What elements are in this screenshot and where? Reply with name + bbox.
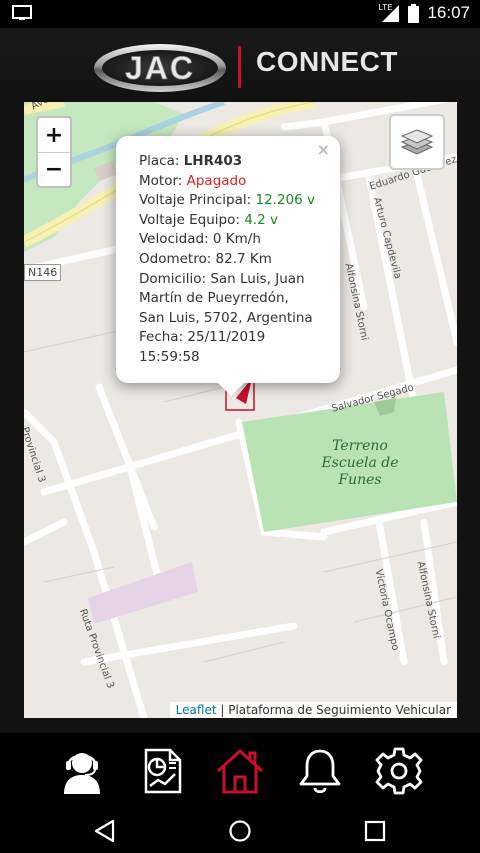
popup-tip: [217, 382, 245, 396]
map-view[interactable]: N146 Avenida Eduardo Gutiérrez Arturo Ca…: [24, 102, 457, 718]
gear-icon[interactable]: [373, 745, 425, 797]
bell-icon[interactable]: [294, 745, 346, 797]
reports-icon[interactable]: [136, 745, 188, 797]
signal-icon: LTE: [378, 3, 400, 23]
motor-status: Apagado: [186, 172, 247, 189]
cast-icon: [12, 5, 32, 20]
bottom-nav: [0, 733, 480, 807]
clock: 16:07: [427, 3, 470, 22]
odometer-row: Odometro: 82.7 Km: [139, 250, 272, 267]
placa-value: LHR403: [183, 153, 243, 169]
support-agent-icon[interactable]: [56, 745, 108, 797]
popup-close-button[interactable]: ×: [317, 140, 330, 160]
zoom-out-button[interactable]: −: [38, 152, 70, 186]
battery-icon: [408, 3, 420, 23]
jac-logo: JAC: [94, 44, 226, 92]
voltage-device-row: Voltaje Equipo: 4.2 v: [139, 211, 278, 228]
leaflet-link[interactable]: Leaflet: [176, 703, 217, 717]
layers-icon: [400, 129, 434, 155]
header-divider: [238, 46, 241, 88]
vehicle-popup: × Placa: LHR403 Motor: Apagado Voltaje P…: [116, 136, 340, 396]
placa-row: Placa: LHR403: [139, 153, 243, 169]
back-icon[interactable]: [87, 813, 123, 849]
voltage-main-row: Voltaje Principal: 12.206 v: [139, 192, 316, 209]
home-icon[interactable]: [214, 745, 266, 797]
zoom-in-button[interactable]: +: [38, 118, 70, 152]
route-badge: N146: [24, 264, 62, 281]
voltage-device-value: 4.2 v: [244, 211, 278, 228]
voltage-main-value: 12.206 v: [255, 192, 316, 209]
park-label: Terreno Escuela de Funes: [321, 438, 399, 488]
motor-row: Motor: Apagado: [139, 172, 247, 189]
date-row: Fecha: 25/11/2019 15:59:58: [139, 329, 266, 365]
speed-row: Velocidad: 0 Km/h: [139, 231, 261, 248]
app-header: JAC CONNECT: [0, 28, 480, 102]
status-bar: LTE 16:07: [0, 0, 480, 28]
zoom-control: + −: [36, 116, 72, 188]
recents-icon[interactable]: [357, 813, 393, 849]
network-label: LTE: [378, 3, 393, 12]
address-row: Domicilio: San Luis, Juan Martín de Puey…: [139, 270, 313, 326]
svg-text:JAC: JAC: [125, 50, 195, 86]
app-title: CONNECT: [256, 46, 398, 77]
layers-button[interactable]: [389, 114, 445, 170]
home-circle-icon[interactable]: [222, 813, 258, 849]
map-attribution: Leaflet | Plataforma de Seguimiento Vehi…: [169, 702, 457, 718]
system-nav-bar: [0, 807, 480, 853]
